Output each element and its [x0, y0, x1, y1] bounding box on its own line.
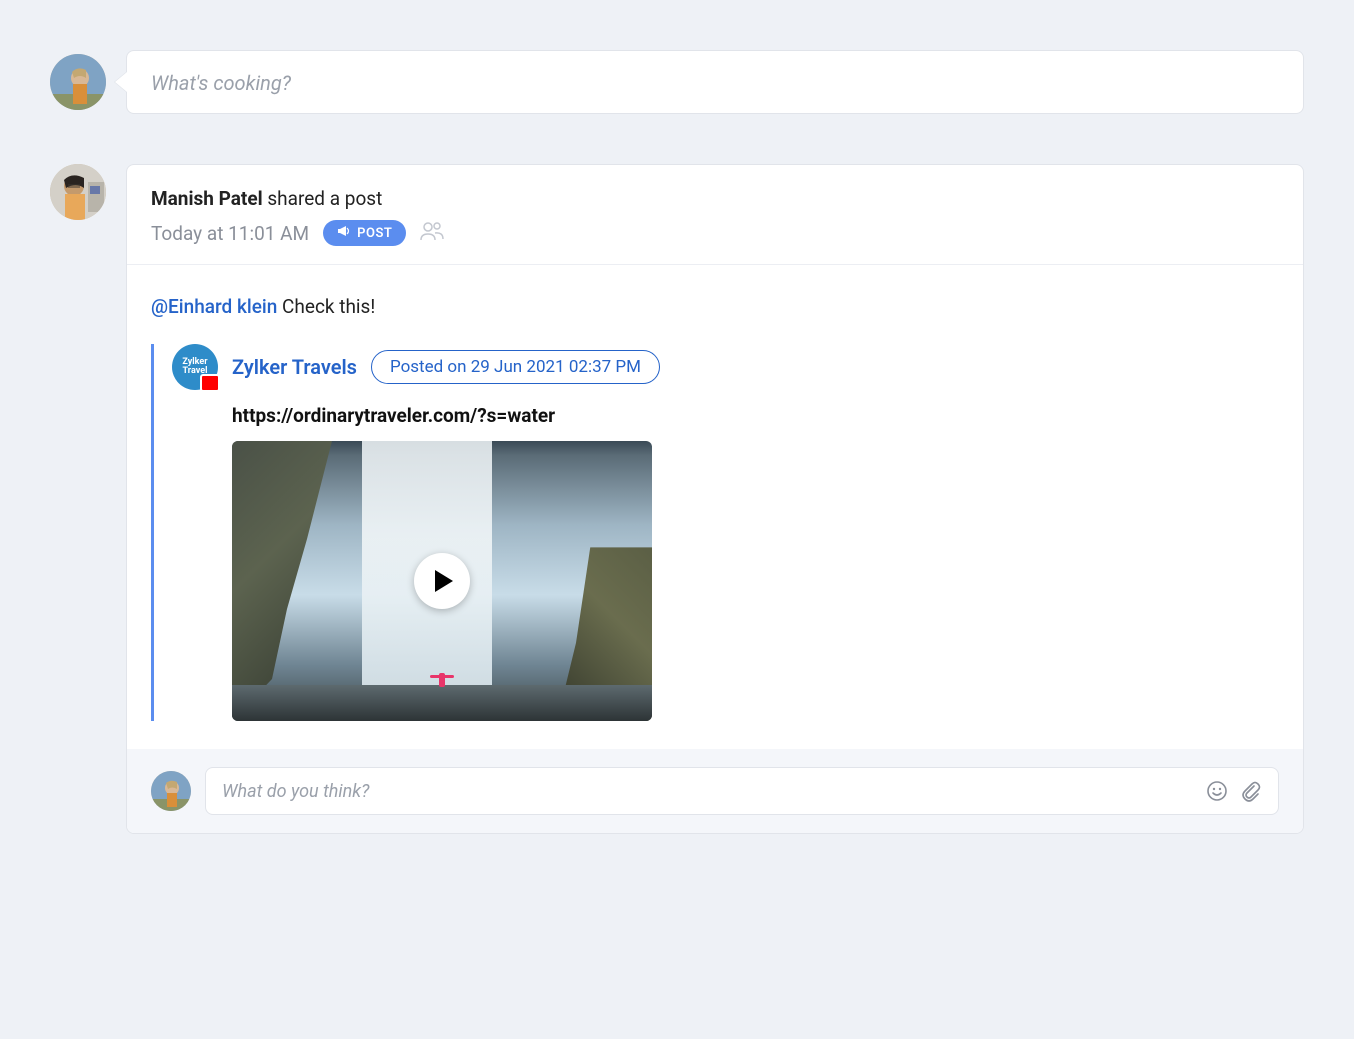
current-user-avatar[interactable] [50, 54, 106, 110]
post-card: Manish Patel shared a post Today at 11:0… [126, 164, 1304, 834]
comment-placeholder: What do you think? [222, 781, 1206, 802]
comment-section: What do you think? [127, 749, 1303, 833]
shared-post-block: Zylker Travel Zylker Travels Posted on 2… [151, 344, 1279, 721]
post-timestamp: Today at 11:01 AM [151, 222, 309, 245]
post-author-name[interactable]: Manish Patel [151, 187, 263, 210]
post-header: Manish Patel shared a post Today at 11:0… [127, 165, 1303, 265]
posted-date-pill: Posted on 29 Jun 2021 02:37 PM [371, 350, 660, 384]
post-row: Manish Patel shared a post Today at 11:0… [50, 164, 1304, 834]
comment-input[interactable]: What do you think? [205, 767, 1279, 815]
post-author-avatar[interactable] [50, 164, 106, 220]
commenter-avatar[interactable] [151, 771, 191, 811]
post-type-badge[interactable]: POST [323, 220, 406, 246]
attachment-icon[interactable] [1240, 780, 1262, 802]
shared-link-url[interactable]: https://ordinarytraveler.com/?s=water [232, 404, 1279, 427]
audience-icon[interactable] [420, 221, 444, 245]
shared-post-content: https://ordinarytraveler.com/?s=water [154, 404, 1279, 721]
megaphone-icon [337, 225, 351, 241]
emoji-icon[interactable] [1206, 780, 1228, 802]
compose-row: What's cooking? [50, 50, 1304, 114]
play-icon [435, 570, 453, 592]
shared-post-header: Zylker Travel Zylker Travels Posted on 2… [154, 344, 1279, 390]
post-body: @Einhard klein Check this! Zylker Travel… [127, 265, 1303, 749]
video-thumbnail[interactable] [232, 441, 652, 721]
post-meta: Today at 11:01 AM POST [151, 220, 1279, 246]
brand-name[interactable]: Zylker Travels [232, 355, 357, 379]
mention-link[interactable]: @Einhard klein [151, 295, 277, 318]
post-action-text: shared a post [267, 187, 382, 210]
compose-input[interactable]: What's cooking? [126, 50, 1304, 114]
play-button[interactable] [414, 553, 470, 609]
brand-avatar[interactable]: Zylker Travel [172, 344, 218, 390]
post-badge-label: POST [357, 226, 392, 241]
post-body-text: Check this! [282, 295, 375, 318]
post-title: Manish Patel shared a post [151, 187, 1279, 210]
feed-container: What's cooking? Manish Patel shared a po… [50, 50, 1304, 834]
compose-placeholder: What's cooking? [151, 71, 291, 95]
post-message: @Einhard klein Check this! [151, 295, 1279, 318]
